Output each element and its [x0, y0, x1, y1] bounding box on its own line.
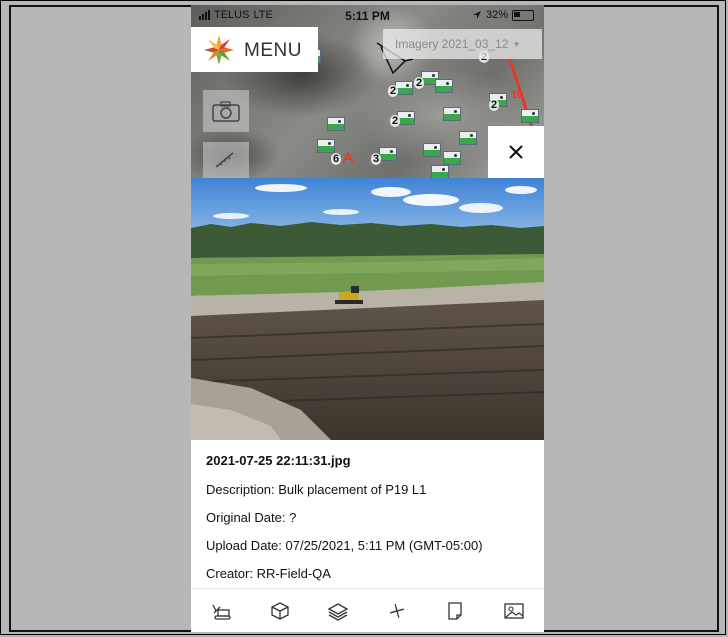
cluster-count[interactable]: 2 — [390, 115, 401, 127]
imagery-dropdown-value: Imagery 2021_03_12 — [395, 37, 509, 51]
photo-pin[interactable] — [521, 109, 541, 125]
battery-percent: 32% — [485, 9, 508, 21]
menu-button[interactable]: MENU — [191, 27, 318, 72]
photo-pin[interactable] — [435, 79, 455, 95]
photo-pin[interactable] — [327, 117, 347, 133]
cluster-count[interactable]: 2 — [414, 77, 425, 89]
cluster-count[interactable]: 3 — [371, 153, 382, 165]
cluster-count[interactable]: 6 — [331, 153, 342, 165]
photo-pin[interactable] — [443, 107, 463, 123]
document-icon — [448, 602, 462, 620]
site-photo — [191, 178, 544, 440]
photos-tab[interactable] — [502, 600, 526, 622]
cluster-count[interactable]: 10 — [509, 89, 525, 101]
equipment-tab[interactable] — [209, 600, 233, 622]
photo-filename: 2021-07-25 22:11:31.jpg — [206, 453, 351, 468]
battery-icon — [512, 9, 534, 21]
measure-icon — [390, 604, 404, 618]
cluster-count[interactable]: 2 — [489, 99, 500, 111]
photo-pin[interactable] — [379, 147, 399, 163]
menu-label: MENU — [244, 40, 302, 61]
pdf-icon[interactable] — [341, 151, 355, 165]
measure-tab[interactable] — [385, 600, 409, 622]
location-icon — [472, 11, 481, 19]
3d-model-tab[interactable] — [268, 600, 292, 622]
bottom-toolbar — [191, 588, 544, 632]
close-icon — [509, 145, 523, 159]
close-button[interactable] — [488, 126, 544, 178]
camera-icon — [212, 101, 240, 122]
photo-pin[interactable] — [423, 143, 443, 159]
image-icon — [504, 603, 524, 619]
phone-screen: 3 2 2 2 2 10 6 3 2 — [191, 5, 544, 632]
chevron-down-icon: ▾ — [514, 38, 519, 49]
excavator-icon — [212, 604, 231, 620]
layers-tab[interactable] — [326, 600, 350, 622]
photo-pin[interactable] — [459, 131, 479, 147]
cluster-count[interactable]: 2 — [388, 85, 399, 97]
camera-button[interactable] — [203, 90, 249, 132]
imagery-dropdown[interactable]: Imagery 2021_03_12 ▾ — [383, 29, 542, 59]
status-bar: TELUS LTE 5:11 PM 32% — [191, 5, 544, 27]
photo-creator: Creator: RR-Field-QA — [206, 566, 331, 581]
photo-details-panel: 2021-07-25 22:11:31.jpg Description: Bul… — [191, 440, 544, 588]
ruler-icon — [215, 152, 234, 168]
photo-upload-date: Upload Date: 07/25/2021, 5:11 PM (GMT-05… — [206, 538, 483, 553]
app-logo-icon — [204, 35, 234, 65]
ruler-button[interactable] — [203, 142, 249, 178]
layers-icon — [327, 603, 349, 621]
cube-icon — [271, 602, 289, 620]
photo-original-date: Original Date: ? — [206, 510, 297, 525]
photo-description: Description: Bulk placement of P19 L1 — [206, 482, 427, 497]
map-view[interactable]: 3 2 2 2 2 10 6 3 2 — [191, 5, 544, 179]
documents-tab[interactable] — [443, 600, 467, 622]
